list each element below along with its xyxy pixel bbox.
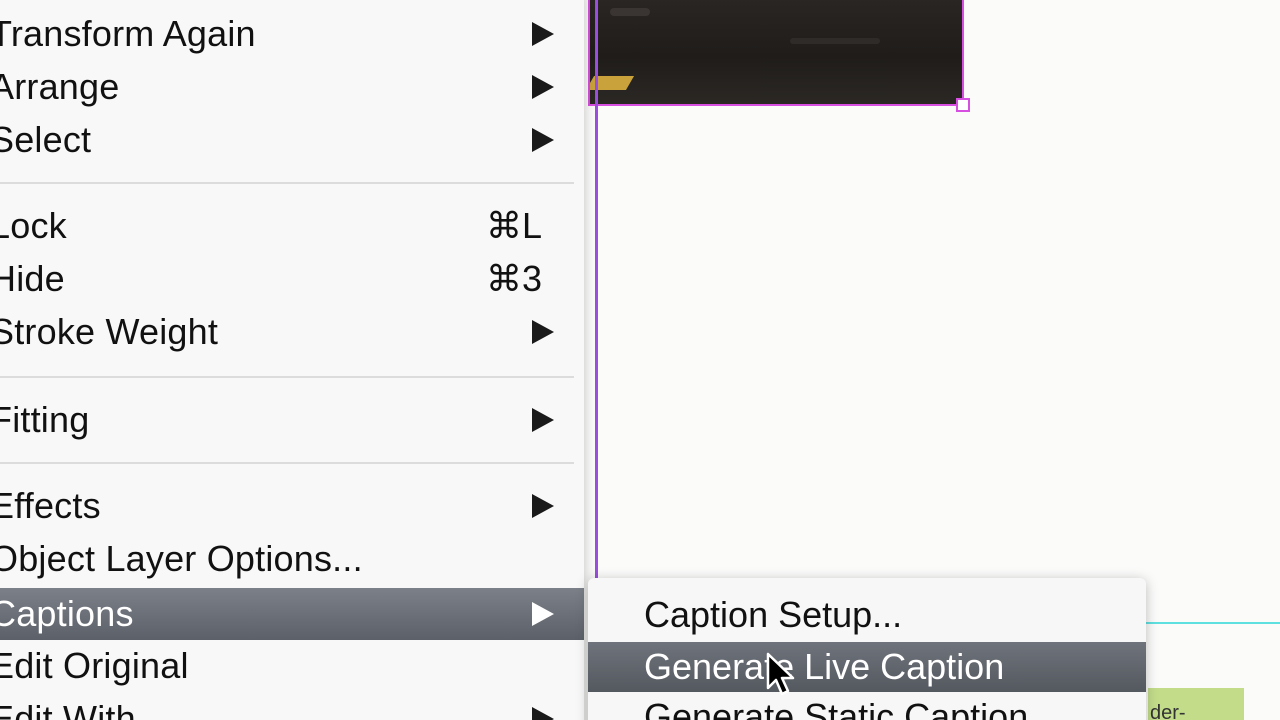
submenu-item-label: Generate Static Caption: [644, 696, 1029, 720]
menu-item-lock[interactable]: Lock ⌘L: [0, 200, 584, 252]
submenu-arrow-icon: [532, 128, 554, 152]
menu-item-label: Select: [0, 119, 92, 160]
menu-item-label: Object Layer Options...: [0, 538, 363, 579]
photo-detail: [610, 8, 650, 16]
horizontal-guide[interactable]: [1146, 622, 1280, 624]
submenu-arrow-icon: [532, 320, 554, 344]
menu-item-label: Edit Original: [0, 645, 189, 686]
menu-shortcut: ⌘L: [485, 205, 542, 246]
menu-item-label: Captions: [0, 593, 134, 634]
submenu-item-label: Caption Setup...: [644, 594, 903, 635]
text-frame[interactable]: der-: [1148, 688, 1244, 720]
menu-item-captions[interactable]: Captions: [0, 588, 584, 640]
menu-item-label: Fitting: [0, 399, 90, 440]
menu-separator: [0, 182, 574, 184]
photo-detail: [790, 38, 880, 44]
context-menu: Transform Again Arrange Select Lock ⌘L H…: [0, 0, 584, 720]
menu-item-hide[interactable]: Hide ⌘3: [0, 253, 584, 305]
menu-item-label: Effects: [0, 485, 101, 526]
mouse-pointer-icon: [766, 652, 795, 696]
menu-item-select[interactable]: Select: [0, 114, 584, 166]
menu-item-label: Transform Again: [0, 13, 256, 54]
menu-item-label: Lock: [0, 205, 67, 246]
menu-item-stroke-weight[interactable]: Stroke Weight: [0, 306, 584, 358]
submenu-arrow-icon: [532, 494, 554, 518]
submenu-item-caption-setup[interactable]: Caption Setup...: [588, 590, 1146, 640]
menu-item-label: Stroke Weight: [0, 311, 219, 352]
menu-shortcut: ⌘3: [485, 258, 542, 299]
submenu-item-label: Generate Live Caption: [644, 646, 1005, 687]
menu-item-effects[interactable]: Effects: [0, 480, 584, 532]
submenu-arrow-icon: [532, 707, 554, 720]
menu-item-edit-with[interactable]: Edit With: [0, 693, 584, 720]
menu-separator: [0, 462, 574, 464]
menu-item-transform-again[interactable]: Transform Again: [0, 8, 584, 60]
menu-item-label: Hide: [0, 258, 65, 299]
text-fragment: der-: [1150, 702, 1186, 720]
menu-item-edit-original[interactable]: Edit Original: [0, 640, 584, 692]
submenu-item-generate-static-caption[interactable]: Generate Static Caption: [588, 692, 1146, 720]
menu-separator: [0, 376, 574, 378]
menu-item-fitting[interactable]: Fitting: [0, 394, 584, 446]
menu-item-arrange[interactable]: Arrange: [0, 61, 584, 113]
image-frame[interactable]: [588, 0, 964, 106]
menu-item-label: Arrange: [0, 66, 120, 107]
submenu-arrow-icon: [532, 22, 554, 46]
menu-item-label: Edit With: [0, 698, 136, 720]
submenu-item-generate-live-caption[interactable]: Generate Live Caption: [588, 642, 1146, 692]
menu-item-object-layer-options[interactable]: Object Layer Options...: [0, 533, 584, 585]
submenu-arrow-icon: [532, 75, 554, 99]
submenu-arrow-icon: [532, 408, 554, 432]
submenu-arrow-icon: [532, 602, 554, 626]
frame-resize-handle[interactable]: [956, 98, 970, 112]
captions-submenu: Caption Setup... Generate Live Caption G…: [588, 578, 1146, 720]
